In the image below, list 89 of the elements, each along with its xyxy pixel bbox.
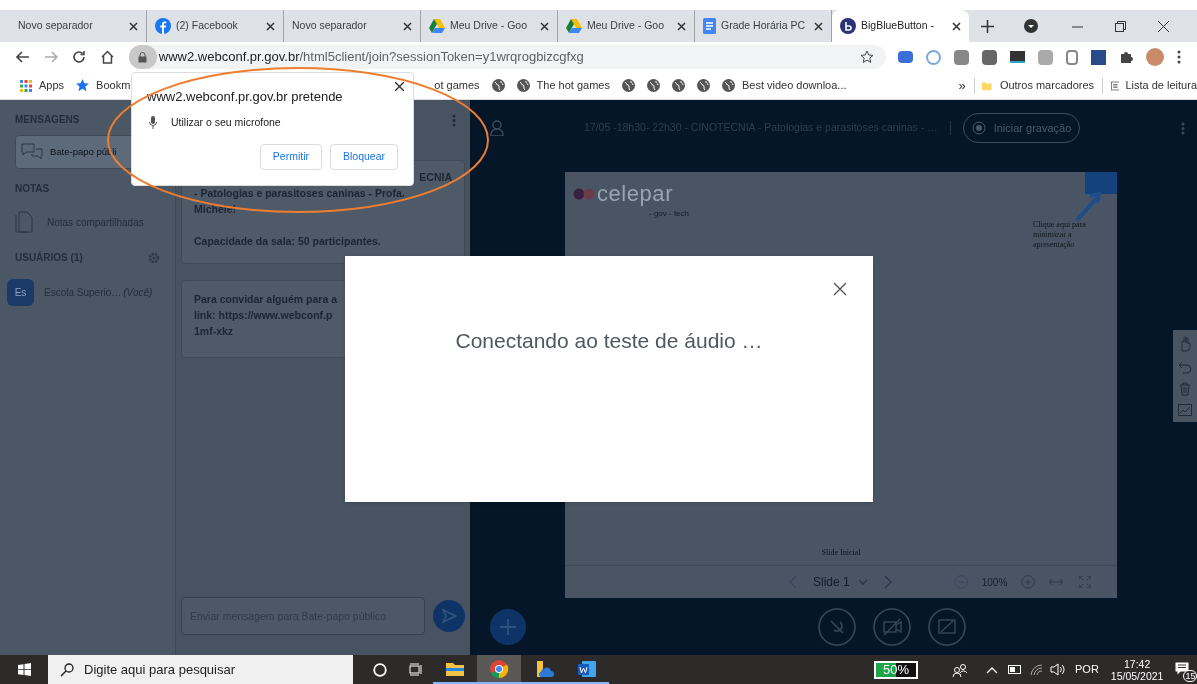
folder-icon	[982, 79, 992, 92]
close-icon[interactable]	[540, 21, 549, 31]
profile-avatar[interactable]	[1146, 48, 1165, 66]
menu-icon[interactable]	[1177, 50, 1182, 64]
document-icon	[703, 18, 716, 34]
close-icon[interactable]	[395, 82, 404, 91]
browser-tab[interactable]: BigBlueButton -	[832, 10, 969, 42]
bookmark-folder[interactable]: Outros marcadores	[999, 77, 1095, 94]
arrow-drawing	[1075, 192, 1101, 222]
logo-text: celepar	[597, 182, 673, 206]
volume-icon[interactable]	[1050, 663, 1066, 676]
star-icon	[76, 79, 90, 92]
reading-list-link[interactable]: Lista de leitura	[1125, 77, 1197, 94]
globe-icon	[491, 79, 505, 92]
user-avatar: Es	[7, 279, 34, 306]
browser-tab[interactable]: Novo separador	[284, 10, 421, 42]
extension-icon[interactable]	[1010, 51, 1026, 63]
extension-icon[interactable]	[1091, 49, 1107, 65]
bookmark-link[interactable]: Best video downloa...	[741, 77, 847, 94]
task-view-icon[interactable]	[409, 663, 423, 676]
documents-icon	[15, 211, 33, 233]
dropdown-icon[interactable]	[1024, 19, 1038, 33]
chevron-up-icon[interactable]	[986, 665, 998, 674]
reading-list-icon	[1110, 79, 1120, 92]
battery-widget: 50%	[874, 660, 918, 679]
taskbar-app[interactable]	[477, 655, 521, 684]
bookmark-link[interactable]: Bookm	[96, 77, 131, 94]
two-dots-logo-icon	[573, 188, 595, 200]
globe-icon	[721, 79, 735, 92]
message-icon	[1175, 661, 1190, 675]
clock[interactable]: 17:42 15/05/2021	[1110, 657, 1164, 682]
permission-button[interactable]: Permitir	[259, 144, 322, 171]
notification-button[interactable]: 15	[1175, 659, 1196, 680]
url-host: www2.webconf.pr.gov.br	[158, 48, 300, 67]
language-indicator[interactable]: POR	[1075, 661, 1099, 678]
people-icon[interactable]	[952, 662, 968, 677]
browser-logo-icon	[488, 657, 510, 680]
globe-icon	[646, 79, 660, 92]
notification-count: 15	[1183, 669, 1197, 682]
circle-logo-icon	[840, 18, 856, 34]
reload-icon[interactable]	[71, 50, 86, 64]
lock-icon	[138, 51, 148, 63]
cortana-circle-icon[interactable]	[373, 662, 387, 677]
close-icon[interactable]	[814, 21, 823, 31]
chevron-down-icon	[857, 579, 868, 585]
close-icon[interactable]	[833, 282, 847, 296]
microphone-icon	[149, 115, 157, 129]
permission-button[interactable]: Bloquear	[329, 144, 398, 171]
triangle-logo-icon	[566, 19, 582, 33]
globe-icon	[696, 79, 710, 92]
permission-request-text: Utilizar o seu microfone	[171, 114, 281, 130]
globe-icon	[621, 79, 635, 92]
browser-tab[interactable]: Meu Drive - Goo	[421, 10, 558, 42]
bookmark-link[interactable]: ot games	[434, 77, 480, 94]
bookmark-link[interactable]: The hot games	[536, 77, 610, 94]
popup-title: www2.webconf.pr.gov.br pretende	[147, 88, 344, 106]
wifi-icon[interactable]	[1030, 663, 1044, 676]
close-icon[interactable]	[952, 21, 961, 31]
triangle-logo-icon	[429, 19, 445, 33]
browser-tab[interactable]: (2) Facebook	[147, 10, 284, 42]
close-icon[interactable]	[129, 21, 138, 31]
facebook-icon	[155, 18, 171, 34]
battery-icon[interactable]	[1008, 665, 1022, 674]
globe-icon	[671, 79, 685, 92]
star-icon[interactable]	[860, 50, 875, 64]
browser-tab[interactable]: Novo separador	[10, 10, 147, 42]
chevron-overflow[interactable]: »	[958, 75, 966, 96]
url-path: /html5client/join?sessionToken=y1wrqrogbizcgfxg	[299, 48, 584, 67]
restore-icon[interactable]	[1115, 20, 1126, 32]
bookmark-link[interactable]: Apps	[39, 77, 65, 94]
extension-icon[interactable]	[982, 49, 998, 65]
close-icon[interactable]	[1158, 20, 1169, 32]
puzzle-icon[interactable]	[1119, 50, 1134, 64]
apps-grid-icon	[20, 79, 32, 92]
globe-icon	[516, 79, 530, 92]
browser-tab[interactable]: Meu Drive - Goo	[558, 10, 695, 42]
home-icon[interactable]	[99, 50, 115, 64]
taskbar-search-field[interactable]: Digite aqui para pesquisar	[48, 655, 353, 684]
close-icon[interactable]	[403, 21, 412, 31]
plus-icon[interactable]	[981, 19, 994, 33]
record-icon	[971, 121, 986, 135]
back-icon[interactable]	[16, 50, 30, 64]
close-icon[interactable]	[677, 21, 686, 31]
search-icon	[60, 663, 74, 677]
close-icon[interactable]	[266, 21, 275, 31]
browser-tab[interactable]: Grade Horária PC	[695, 10, 832, 42]
chat-bubbles-icon	[20, 142, 44, 162]
windows-logo-icon[interactable]	[17, 663, 31, 676]
address-bar[interactable]: www2.webconf.pr.gov.br/html5client/join?sessionToken=y1wrqrogbizcgfxg	[128, 45, 887, 69]
